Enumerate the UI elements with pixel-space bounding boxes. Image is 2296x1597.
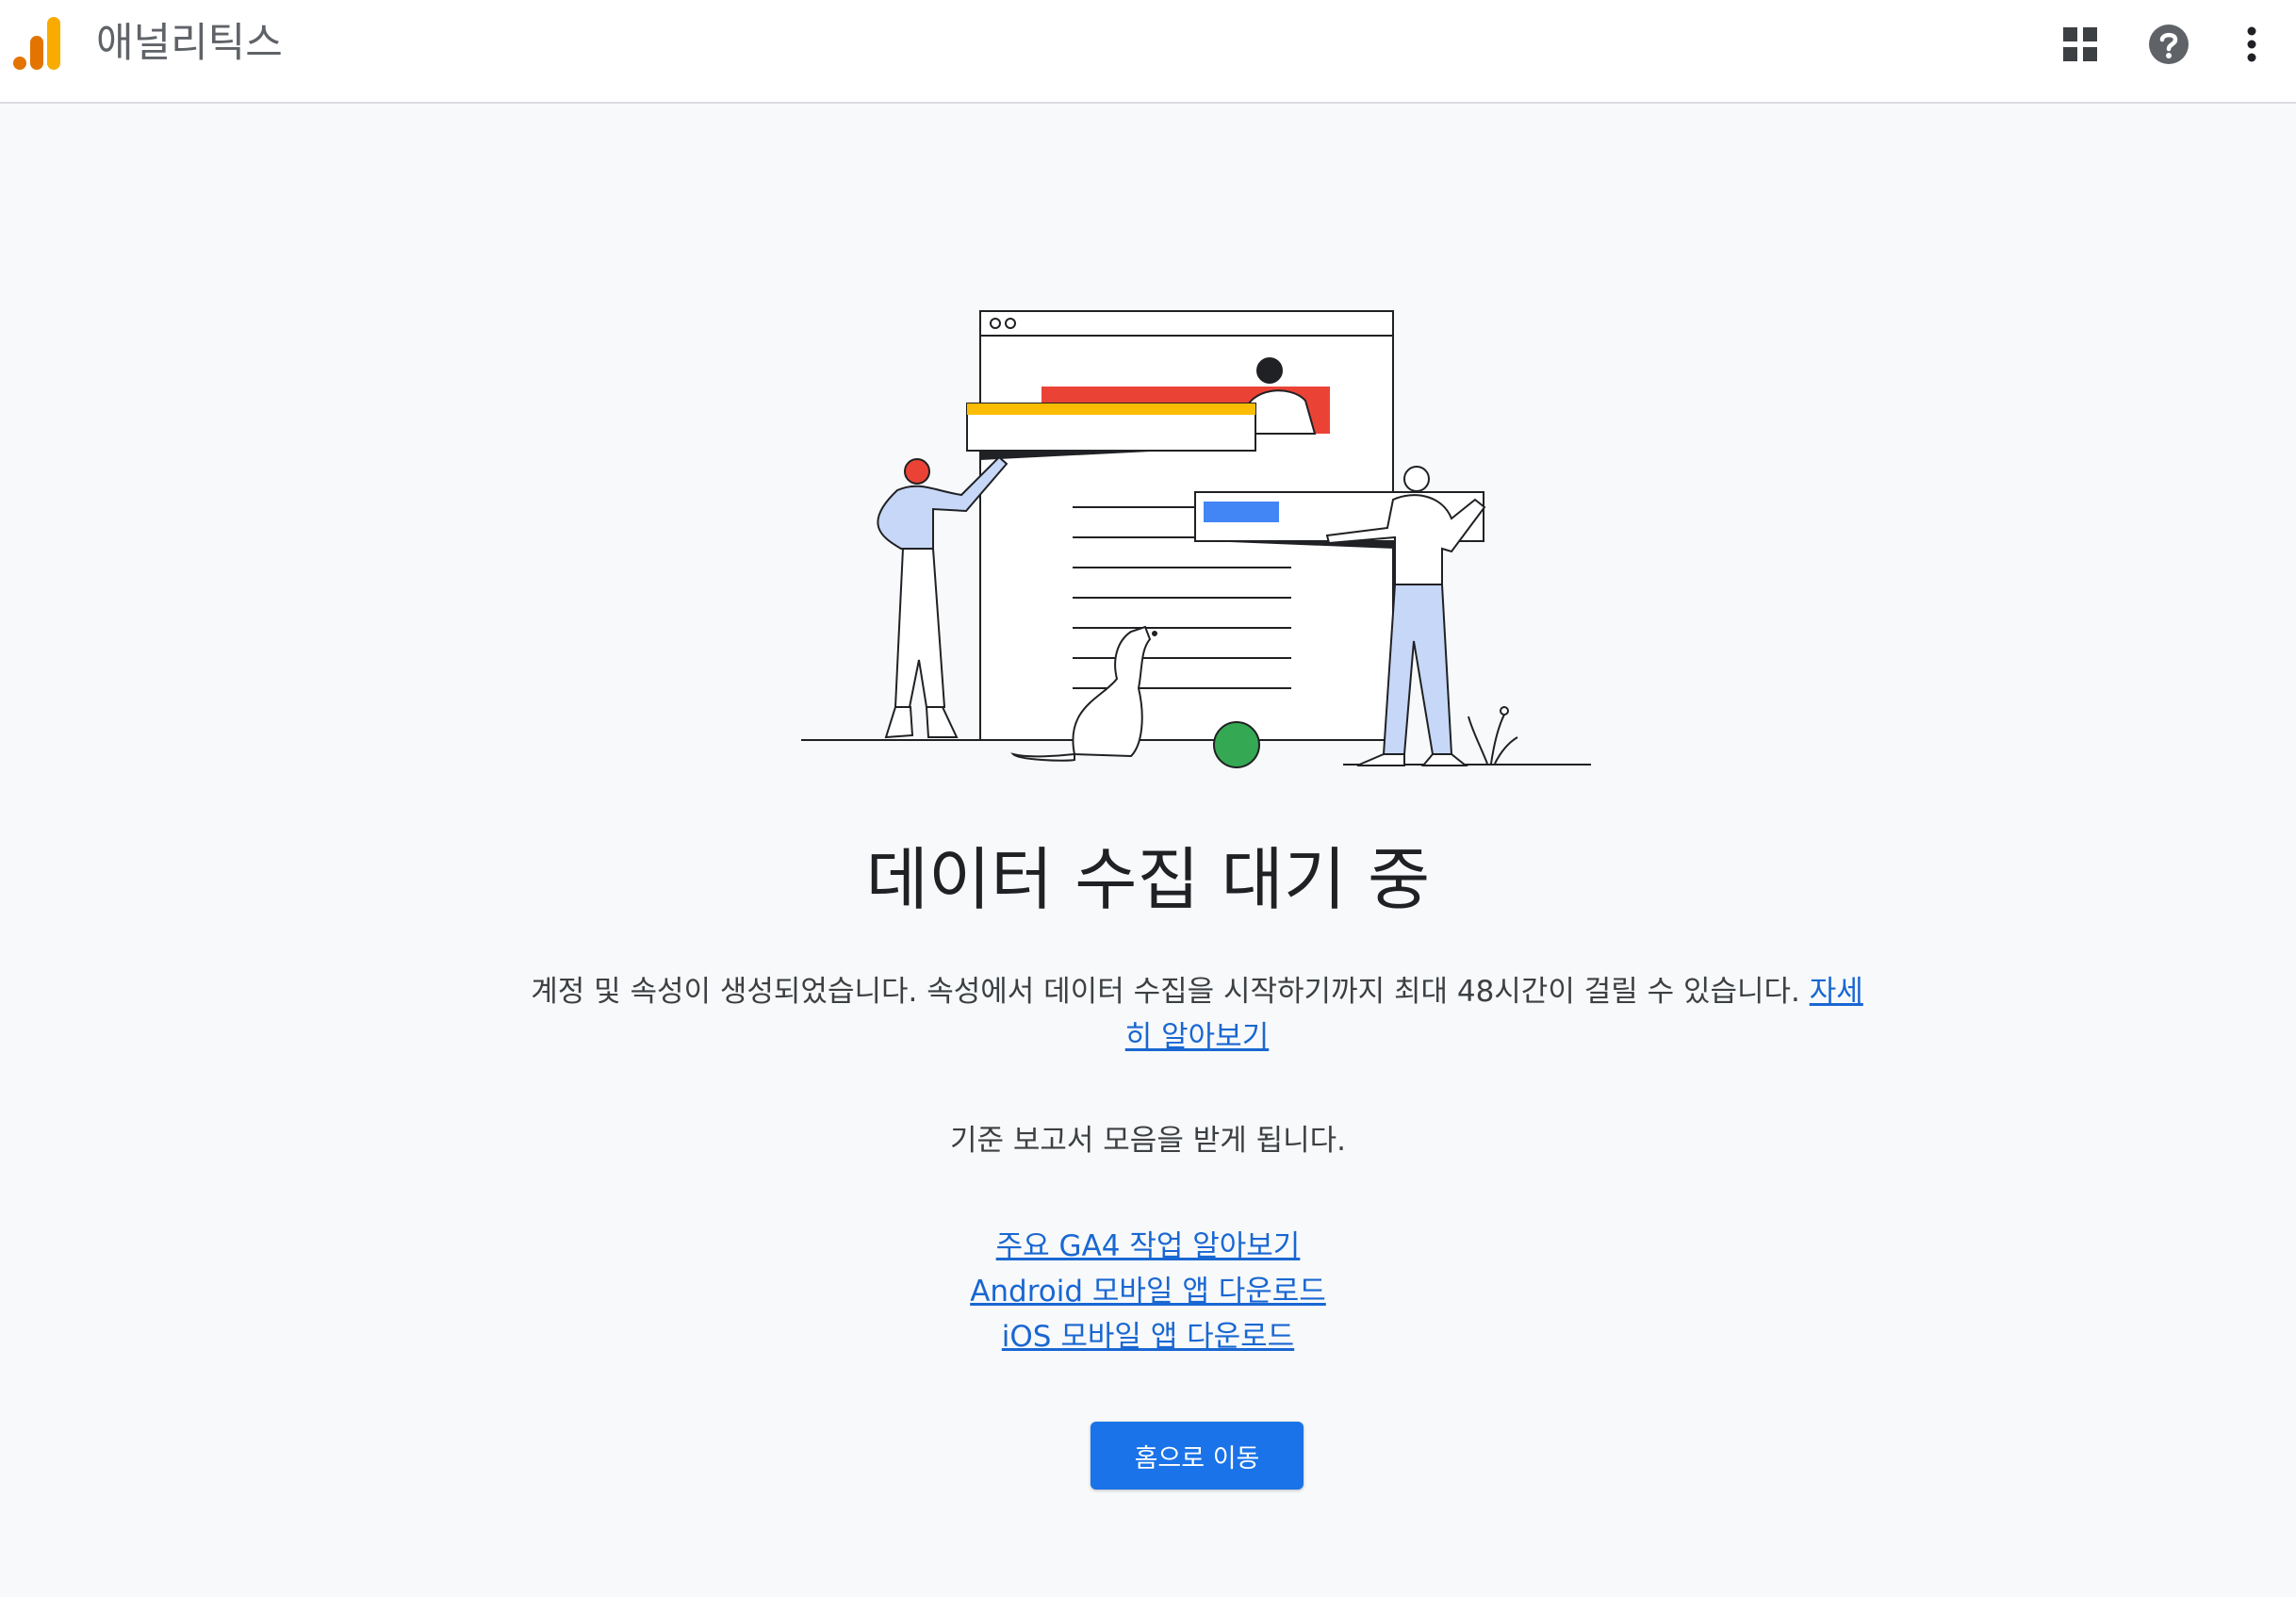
android-app-link[interactable]: Android 모바일 앱 다운로드 [970,1275,1326,1309]
top-app-bar: 애널리틱스 [0,0,2296,104]
more-vert-icon[interactable] [2226,19,2277,70]
subtext: 기준 보고서 모음을 받게 됩니다. [949,1124,1347,1158]
waiting-illustration [801,310,1591,768]
resource-links: 주요 GA4 작업 알아보기 Android 모바일 앱 다운로드 iOS 모바… [0,1224,2296,1359]
go-home-button[interactable]: 홈으로 이동 [1091,1422,1304,1490]
apps-grid-icon[interactable] [2055,19,2106,70]
ga4-tasks-link[interactable]: 주요 GA4 작업 알아보기 [996,1229,1301,1263]
analytics-logo[interactable] [11,15,64,72]
description-text: 계정 및 속성이 생성되었습니다. 속성에서 데이터 수집을 시작하기까지 최대… [531,975,1800,1009]
description: 계정 및 속성이 생성되었습니다. 속성에서 데이터 수집을 시작하기까지 최대… [528,969,1866,1060]
app-title: 애널리틱스 [96,20,283,67]
help-icon[interactable] [2143,19,2194,70]
page-heading: 데이터 수집 대기 중 [865,840,1431,919]
ios-app-link[interactable]: iOS 모바일 앱 다운로드 [1002,1320,1294,1354]
